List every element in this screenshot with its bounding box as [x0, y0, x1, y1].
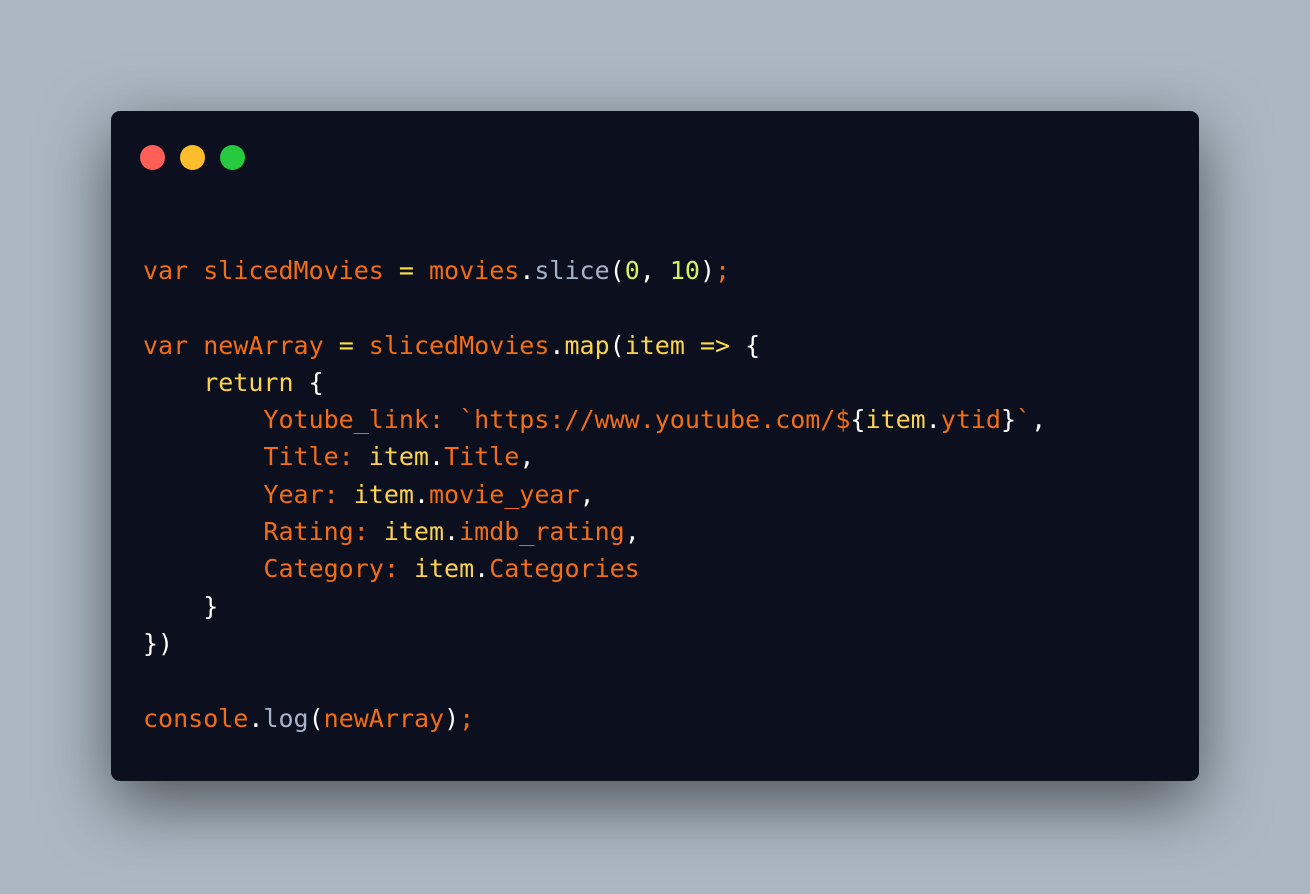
code-token: item: [624, 330, 700, 360]
code-token: {: [308, 367, 324, 397]
code-line: }): [143, 625, 1046, 662]
code-line: return {: [143, 364, 1046, 401]
minimize-button[interactable]: [180, 145, 205, 170]
code-token: =: [398, 256, 429, 285]
code-token: .: [549, 330, 565, 360]
code-token: ): [699, 256, 716, 285]
code-token: {: [850, 405, 866, 435]
code-line: Category: item.Categories: [143, 550, 1046, 587]
code-token: .: [429, 442, 445, 472]
code-token: ,: [639, 256, 670, 285]
code-token: =: [338, 330, 369, 360]
code-token: (: [308, 703, 324, 733]
close-button[interactable]: [140, 145, 165, 170]
code-block: var slicedMovies = movies.slice(0, 10);​…: [143, 252, 1046, 737]
code-token: newArray: [203, 330, 339, 360]
code-window: var slicedMovies = movies.slice(0, 10);​…: [111, 111, 1199, 781]
code-token: .: [444, 517, 460, 547]
code-token: (: [609, 330, 625, 360]
code-line: Yotube_link: `https://www.youtube.com/${…: [143, 401, 1046, 438]
code-line: Title: item.Title,: [143, 438, 1046, 475]
code-token: var: [143, 330, 204, 360]
code-token: log: [263, 703, 309, 733]
code-token: }: [1000, 405, 1017, 435]
code-token: ): [444, 703, 460, 733]
code-token: ,: [624, 517, 640, 547]
code-token: ;: [459, 703, 475, 733]
code-line: }: [143, 588, 1046, 625]
maximize-button[interactable]: [220, 145, 245, 170]
code-token: Year:: [143, 479, 354, 509]
code-token: }: [143, 591, 219, 621]
code-token: slice: [534, 256, 610, 285]
code-token: 0: [624, 256, 640, 285]
code-token: Yotube_link:: [143, 405, 460, 435]
code-token: Category:: [143, 554, 414, 584]
code-token: .: [519, 256, 535, 285]
code-token: Title: [444, 442, 520, 472]
code-token: ,: [579, 479, 595, 509]
code-token: Categories: [489, 554, 640, 584]
code-token: Title:: [143, 442, 369, 472]
code-token: item: [865, 405, 926, 435]
code-token: imdb_rating: [459, 517, 625, 547]
code-line: var newArray = slicedMovies.map(item => …: [143, 327, 1046, 364]
code-token: item: [368, 442, 429, 472]
code-token: map: [564, 330, 610, 360]
code-line: ​: [143, 289, 1046, 326]
code-token: console: [143, 703, 249, 733]
code-line: var slicedMovies = movies.slice(0, 10);: [143, 252, 1046, 289]
code-token: movies: [429, 256, 520, 285]
code-line: Year: item.movie_year,: [143, 476, 1046, 513]
code-token: .: [413, 479, 429, 509]
code-token: var: [143, 256, 204, 285]
code-token: (: [609, 256, 625, 285]
code-line: ​: [143, 662, 1046, 699]
code-token: .: [474, 554, 490, 584]
code-token: 10: [669, 256, 700, 285]
code-token: =>: [699, 330, 746, 360]
code-token: Rating:: [143, 517, 384, 547]
code-token: return: [143, 367, 309, 397]
code-line: console.log(newArray);: [143, 700, 1046, 737]
code-token: movie_year: [429, 479, 580, 509]
code-token: }): [143, 628, 174, 658]
code-token: ,: [519, 442, 535, 472]
code-token: item: [383, 517, 445, 547]
code-line: Rating: item.imdb_rating,: [143, 513, 1046, 550]
code-token: `https://www.youtube.com/$: [459, 405, 851, 435]
code-token: .: [248, 703, 264, 733]
code-token: .: [925, 405, 941, 435]
code-token: ;: [715, 256, 731, 285]
window-controls: [140, 145, 245, 170]
code-token: `: [1016, 405, 1032, 435]
code-token: slicedMovies: [368, 330, 550, 360]
code-token: {: [745, 330, 761, 360]
code-token: item: [353, 479, 414, 509]
code-token: ytid: [940, 405, 1001, 435]
code-token: newArray: [323, 703, 445, 733]
code-token: item: [413, 554, 475, 584]
code-token: ,: [1031, 405, 1047, 435]
code-token: slicedMovies: [203, 256, 399, 285]
